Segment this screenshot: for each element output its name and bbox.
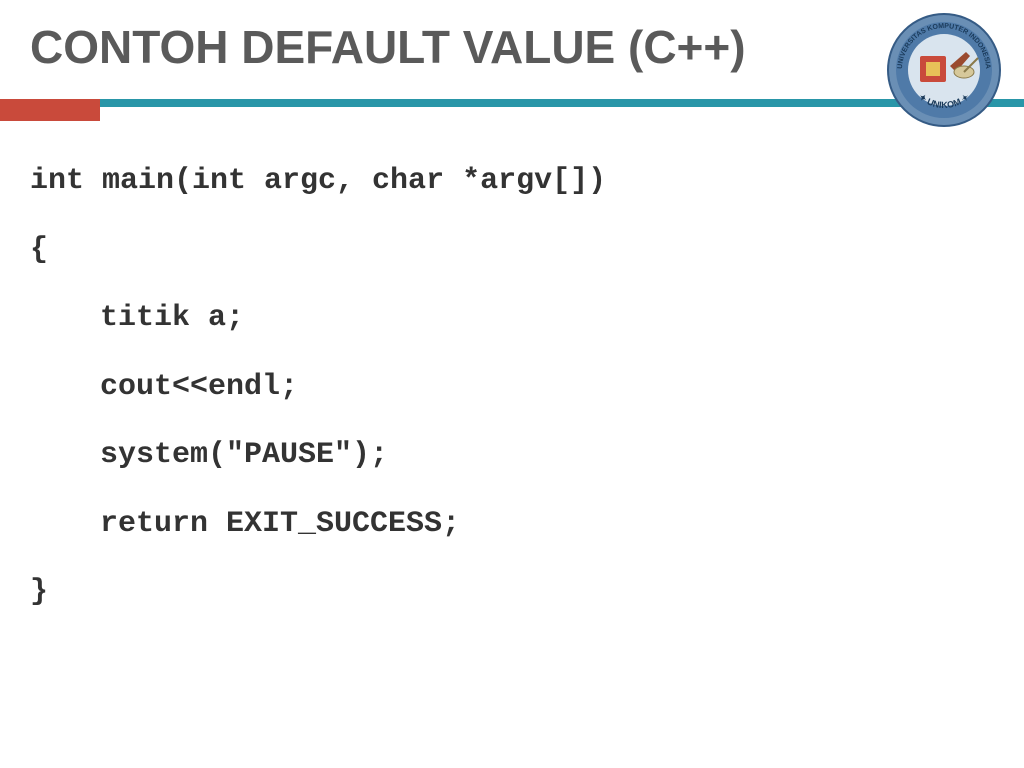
code-line-4: cout<<endl; (30, 367, 994, 408)
code-block: int main(int argc, char *argv[]) { titik… (0, 121, 1024, 671)
divider-accent-red (0, 99, 100, 121)
divider (0, 99, 1024, 121)
code-line-7: } (30, 572, 994, 613)
logo-icon: UNIVERSITAS KOMPUTER INDONESIA ✦ UNIKOM … (884, 10, 1004, 130)
slide-title: CONTOH DEFAULT VALUE (C++) (30, 20, 994, 74)
code-line-2: { (30, 230, 994, 271)
university-logo: UNIVERSITAS KOMPUTER INDONESIA ✦ UNIKOM … (884, 10, 1004, 130)
slide-header: CONTOH DEFAULT VALUE (C++) UNIVERSITAS K… (0, 0, 1024, 74)
code-line-1: int main(int argc, char *argv[]) (30, 161, 994, 202)
code-line-6: return EXIT_SUCCESS; (30, 504, 994, 545)
code-line-3: titik a; (30, 298, 994, 339)
code-line-5: system("PAUSE"); (30, 435, 994, 476)
